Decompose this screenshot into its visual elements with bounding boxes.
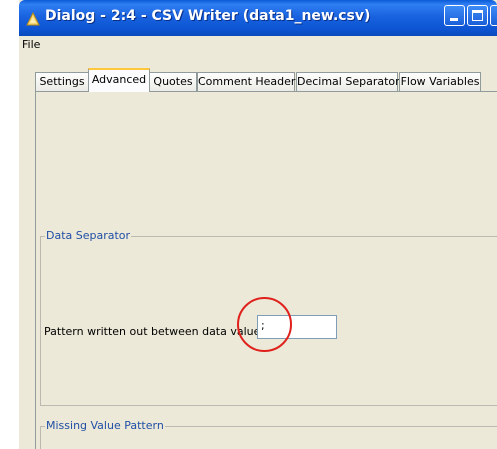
- advanced-panel: Data Separator Pattern written out betwe…: [35, 91, 497, 449]
- missing-value-group: Missing Value Pattern: [40, 419, 497, 449]
- minimize-button[interactable]: [444, 5, 465, 26]
- missing-value-title: Missing Value Pattern: [45, 419, 165, 432]
- tab-comment-header[interactable]: Comment Header: [197, 72, 295, 91]
- tab-flow-variables[interactable]: Flow Variables: [399, 72, 481, 91]
- tab-quotes[interactable]: Quotes: [149, 72, 197, 91]
- dialog-window: Dialog - 2:4 - CSV Writer (data1_new.csv…: [19, 0, 497, 449]
- tab-settings[interactable]: Settings: [35, 72, 89, 91]
- title-bar[interactable]: Dialog - 2:4 - CSV Writer (data1_new.csv…: [19, 0, 497, 36]
- data-separator-title: Data Separator: [45, 229, 132, 242]
- knime-triangle-icon: [26, 12, 40, 26]
- close-button[interactable]: ✕: [490, 5, 497, 26]
- data-separator-group: Data Separator Pattern written out betwe…: [40, 229, 497, 406]
- menu-file[interactable]: File: [22, 38, 40, 51]
- separator-pattern-input[interactable]: ;: [257, 315, 337, 339]
- tab-decimal-separator[interactable]: Decimal Separator: [296, 72, 400, 91]
- tab-advanced[interactable]: Advanced: [88, 68, 150, 92]
- maximize-icon: [472, 10, 483, 21]
- minimize-icon: [450, 18, 458, 21]
- menu-bar: File: [19, 36, 497, 54]
- separator-pattern-label: Pattern written out between data values:: [44, 325, 270, 338]
- maximize-button[interactable]: [467, 5, 488, 26]
- window-title: Dialog - 2:4 - CSV Writer (data1_new.csv…: [45, 8, 371, 24]
